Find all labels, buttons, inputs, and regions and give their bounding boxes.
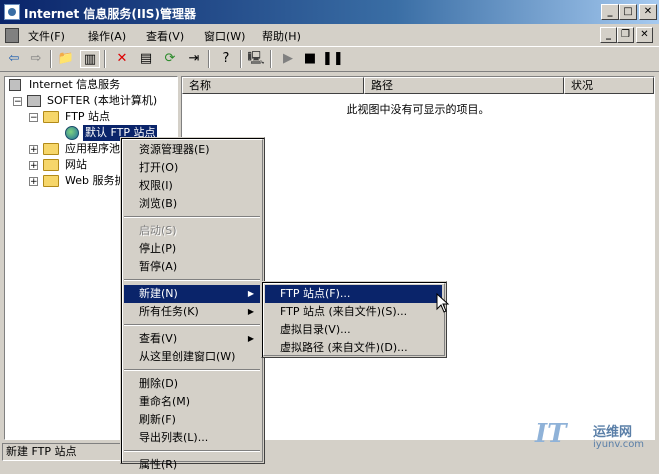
computer-icon xyxy=(27,95,41,107)
mdi-minimize-button[interactable]: _ xyxy=(600,27,617,43)
menu-file[interactable]: 文件(F) xyxy=(28,28,65,44)
collapse-icon[interactable]: − xyxy=(29,113,38,123)
menu-separator xyxy=(124,216,260,218)
menu-item-open[interactable]: 打开(O) xyxy=(124,159,260,177)
watermark-url: iyunv.com xyxy=(593,439,645,450)
menu-item-refresh[interactable]: 刷新(F) xyxy=(124,411,260,429)
menu-item-export-list[interactable]: 导出列表(L)... xyxy=(124,429,260,447)
close-button[interactable]: ✕ xyxy=(639,4,657,20)
collapse-icon[interactable]: − xyxy=(13,97,22,107)
menu-item-browse[interactable]: 浏览(B) xyxy=(124,195,260,213)
menu-item-delete[interactable]: 删除(D) xyxy=(124,375,260,393)
computer-icon[interactable]: 🖳 xyxy=(246,50,266,68)
folder-icon xyxy=(43,111,59,123)
ftp-site-icon xyxy=(65,126,79,140)
minimize-button[interactable]: _ xyxy=(601,4,619,20)
menu-separator xyxy=(124,279,260,281)
menu-item-view-label: 查看(V) xyxy=(139,332,178,345)
submenu-arrow-icon: ▶ xyxy=(247,307,254,316)
menu-bar: 文件(F) 操作(A) 查看(V) 窗口(W) 帮助(H) _ ❐ ✕ xyxy=(0,24,659,46)
menu-item-rename[interactable]: 重命名(M) xyxy=(124,393,260,411)
expand-icon[interactable]: + xyxy=(29,177,38,187)
submenu-arrow-icon: ▶ xyxy=(247,289,254,298)
export-list-icon[interactable]: ⇥ xyxy=(184,50,204,68)
title-bar[interactable]: Internet 信息服务(IIS)管理器 _ □ ✕ xyxy=(0,0,659,24)
menu-action[interactable]: 操作(A) xyxy=(88,28,126,44)
iis-app-icon xyxy=(4,4,20,20)
watermark: IT 运维网 iyunv.com xyxy=(535,413,655,461)
submenu-item-virtual-path-from-file[interactable]: 虚拟路径 (来自文件)(D)... xyxy=(265,339,442,357)
submenu-item-ftp-site[interactable]: FTP 站点(F)... xyxy=(265,285,442,303)
mdi-restore-button[interactable]: ❐ xyxy=(617,27,634,43)
mdi-close-button[interactable]: ✕ xyxy=(636,27,653,43)
menu-separator xyxy=(124,324,260,326)
document-icon[interactable] xyxy=(5,28,19,43)
mouse-cursor-icon xyxy=(436,293,450,313)
up-folder-icon[interactable]: 📁 xyxy=(56,50,76,68)
toolbar-separator xyxy=(270,50,272,68)
submenu-item-ftp-site-from-file[interactable]: FTP 站点 (来自文件)(S)... xyxy=(265,303,442,321)
submenu-arrow-icon: ▶ xyxy=(247,334,254,343)
column-header-status[interactable]: 状况 xyxy=(564,77,654,94)
menu-item-new[interactable]: 新建(N) ▶ xyxy=(124,285,260,303)
menu-item-properties[interactable]: 属性(R) xyxy=(124,456,260,474)
expand-icon[interactable]: + xyxy=(29,145,38,155)
tree-label-computer: SOFTER (本地计算机) xyxy=(47,94,158,107)
menu-view[interactable]: 查看(V) xyxy=(146,28,184,44)
toolbar-separator xyxy=(208,50,210,68)
pause-icon[interactable]: ❚❚ xyxy=(322,50,344,68)
menu-item-new-label: 新建(N) xyxy=(139,287,178,300)
toolbar: ⇦ ⇨ 📁 ▥ ✕ ▤ ⟳ ⇥ ? 🖳 ▶ ■ ❚❚ xyxy=(0,46,659,72)
menu-item-pause[interactable]: 暂停(A) xyxy=(124,258,260,276)
delete-icon[interactable]: ✕ xyxy=(112,50,132,68)
help-icon[interactable]: ? xyxy=(216,50,236,68)
menu-item-all-tasks[interactable]: 所有任务(K) ▶ xyxy=(124,303,260,321)
menu-item-stop[interactable]: 停止(P) xyxy=(124,240,260,258)
column-header-name[interactable]: 名称 xyxy=(182,77,364,94)
toolbar-separator xyxy=(104,50,106,68)
column-header-path[interactable]: 路径 xyxy=(364,77,564,94)
new-submenu: FTP 站点(F)... FTP 站点 (来自文件)(S)... 虚拟目录(V)… xyxy=(261,281,447,358)
tree-label-websites: 网站 xyxy=(65,158,87,171)
context-menu: 资源管理器(E) 打开(O) 权限(I) 浏览(B) 启动(S) 停止(P) 暂… xyxy=(120,137,265,471)
folder-icon xyxy=(43,175,59,187)
menu-item-new-window[interactable]: 从这里创建窗口(W) xyxy=(124,348,260,366)
menu-item-permissions[interactable]: 权限(I) xyxy=(124,177,260,195)
watermark-name: 运维网 xyxy=(593,425,633,440)
empty-list-message: 此视图中没有可显示的项目。 xyxy=(346,103,490,116)
tree-label-app-pools: 应用程序池 xyxy=(65,142,120,155)
maximize-button[interactable]: □ xyxy=(619,4,637,20)
menu-window[interactable]: 窗口(W) xyxy=(204,28,245,44)
menu-separator xyxy=(124,450,260,452)
iis-icon xyxy=(9,79,21,91)
tree-label-ftp-sites: FTP 站点 xyxy=(65,110,110,123)
show-hide-tree-icon[interactable]: ▥ xyxy=(80,50,100,68)
menu-item-explorer[interactable]: 资源管理器(E) xyxy=(124,141,260,159)
menu-item-view[interactable]: 查看(V) ▶ xyxy=(124,330,260,348)
menu-help[interactable]: 帮助(H) xyxy=(262,28,301,44)
back-arrow-icon[interactable]: ⇦ xyxy=(4,50,24,68)
menu-separator xyxy=(124,369,260,371)
refresh-icon[interactable]: ⟳ xyxy=(160,50,180,68)
toolbar-separator xyxy=(50,50,52,68)
folder-icon xyxy=(43,143,59,155)
menu-item-start[interactable]: 启动(S) xyxy=(124,222,260,240)
play-icon[interactable]: ▶ xyxy=(278,50,298,68)
folder-icon xyxy=(43,159,59,171)
expand-icon[interactable]: + xyxy=(29,161,38,171)
submenu-item-virtual-directory[interactable]: 虚拟目录(V)... xyxy=(265,321,442,339)
tree-label-root: Internet 信息服务 xyxy=(29,78,121,91)
toolbar-separator xyxy=(240,50,242,68)
watermark-logo: IT xyxy=(535,419,567,449)
forward-arrow-icon[interactable]: ⇨ xyxy=(26,50,46,68)
menu-item-all-tasks-label: 所有任务(K) xyxy=(139,305,199,318)
properties-icon[interactable]: ▤ xyxy=(136,50,156,68)
window-title: Internet 信息服务(IIS)管理器 xyxy=(24,7,196,21)
stop-icon[interactable]: ■ xyxy=(300,50,320,68)
